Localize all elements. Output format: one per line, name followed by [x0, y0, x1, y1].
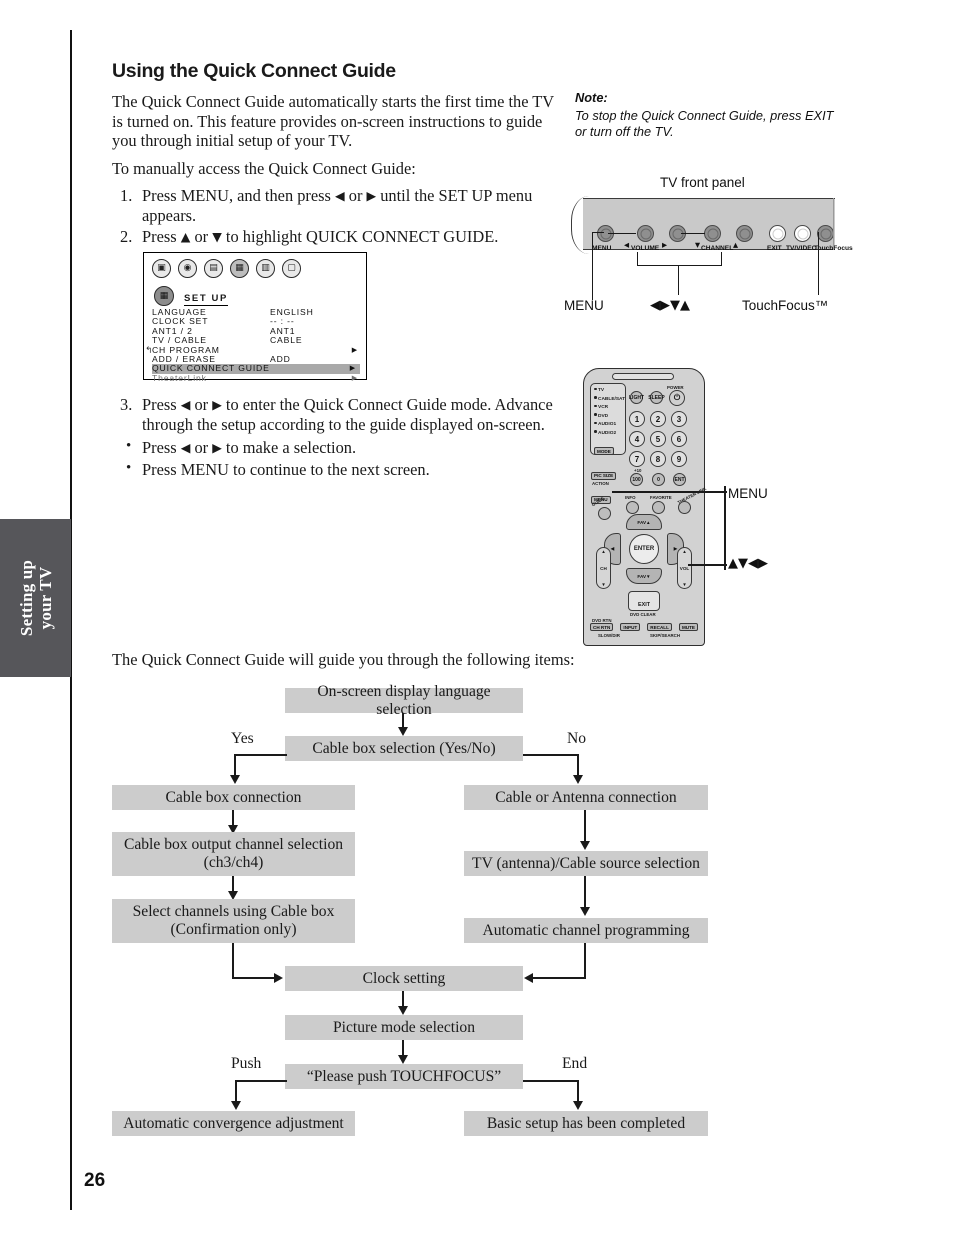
flow-box-clock-setting: Clock setting [285, 966, 523, 991]
page-number: 26 [84, 1170, 106, 1191]
flow-box-auto-convergence: Automatic convergence adjustment [112, 1111, 355, 1136]
flow-arrow-head [573, 1101, 583, 1110]
flow-box-touchfocus-message: “Please push TOUCHFOCUS” [285, 1064, 523, 1089]
flow-arrow-head [398, 1055, 408, 1064]
flow-arrow-line [584, 876, 586, 910]
flow-arrow-head [573, 775, 583, 784]
flow-label-yes: Yes [231, 730, 254, 747]
setup-flowchart: On-screen display language selection Cab… [0, 0, 954, 1235]
flow-box-language: On-screen display language selection [285, 683, 523, 718]
flow-box-cable-box-selection: Cable box selection (Yes/No) [285, 736, 523, 761]
flow-clock-right-horizontal [533, 977, 585, 979]
flow-box-cable-box-connection: Cable box connection [112, 785, 355, 810]
flow-clock-right-vertical [584, 943, 586, 979]
flow-arrow-head [524, 973, 533, 983]
flow-no-horizontal [523, 754, 579, 756]
flow-label-no: No [567, 730, 587, 747]
flow-arrow-head [398, 727, 408, 736]
flow-clock-left-vertical [232, 943, 234, 979]
flow-arrow-head [274, 973, 283, 983]
flow-arrow-head [580, 907, 590, 916]
flow-box-picture-mode: Picture mode selection [285, 1015, 523, 1040]
flow-push-horizontal [235, 1080, 287, 1083]
flow-end-horizontal [523, 1080, 579, 1082]
document-page: Setting up your TV Using the Quick Connec… [0, 0, 954, 1235]
flow-clock-left-horizontal [232, 977, 276, 979]
flow-box-cable-antenna-connection: Cable or Antenna connection [464, 785, 708, 810]
flow-yes-horizontal [234, 754, 287, 757]
flow-arrow-head [230, 775, 240, 784]
flow-label-end: End [562, 1055, 588, 1072]
flow-arrow-head [398, 1006, 408, 1015]
flow-box-cable-box-output: Cable box output channel selection (ch3/… [112, 832, 355, 876]
flow-arrow-head [580, 841, 590, 850]
flow-box-select-channels: Select channels using Cable box (Confirm… [112, 899, 355, 943]
flow-box-basic-setup-complete: Basic setup has been completed [464, 1111, 708, 1136]
flow-box-auto-channel-programming: Automatic channel programming [464, 918, 708, 943]
flow-arrow-head [231, 1101, 241, 1110]
flow-label-push: Push [231, 1055, 262, 1072]
flow-arrow-line [584, 810, 586, 844]
flow-box-tv-source-selection: TV (antenna)/Cable source selection [464, 851, 708, 876]
